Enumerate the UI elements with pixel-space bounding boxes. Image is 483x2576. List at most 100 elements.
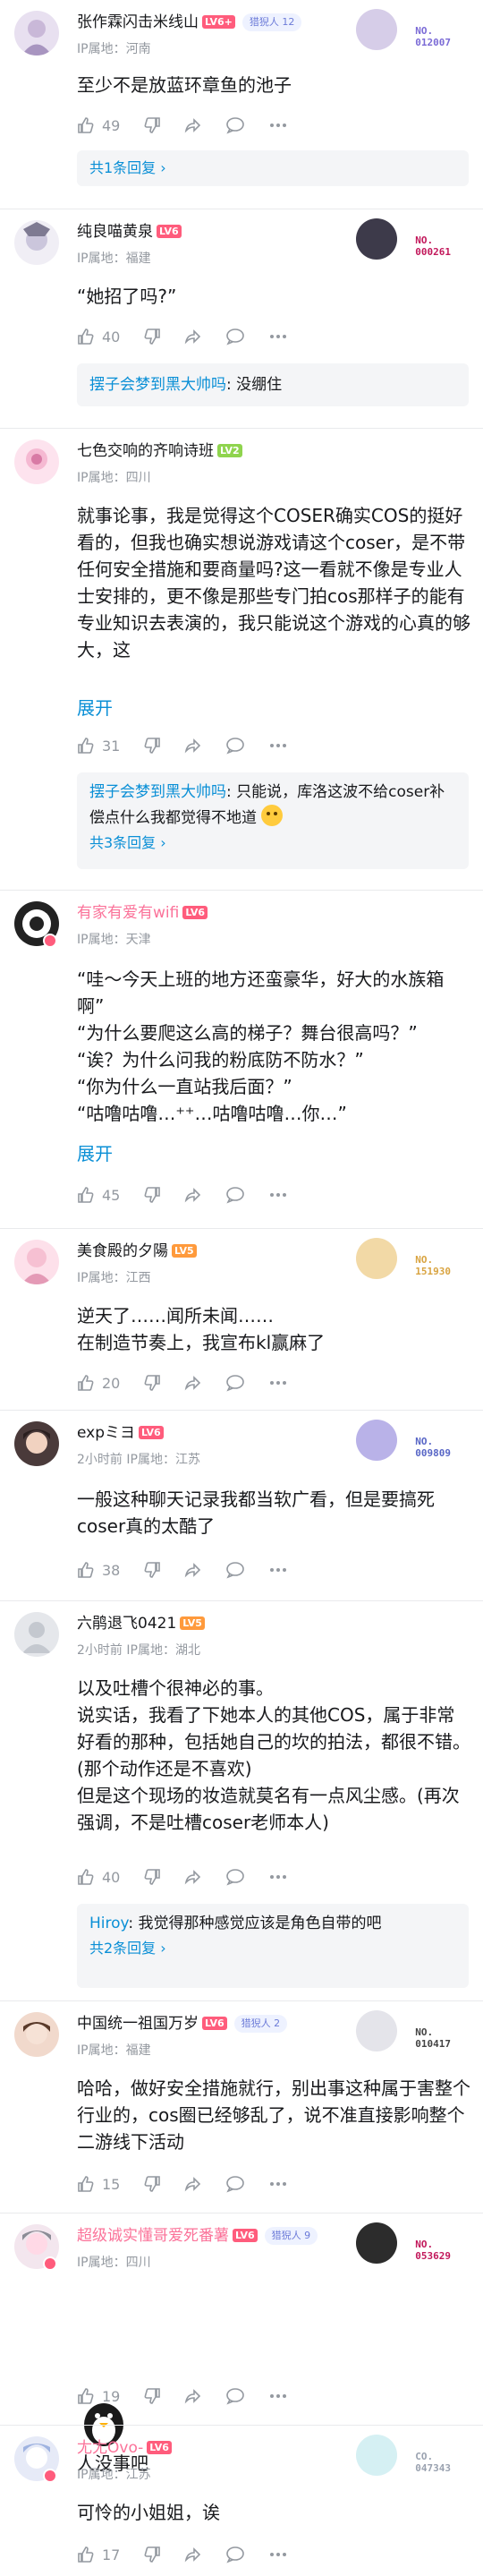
more-button[interactable]: [268, 2175, 288, 2193]
view-replies-link[interactable]: 共2条回复 ›: [77, 1936, 469, 1961]
like-button[interactable]: 17: [77, 2546, 120, 2563]
like-button[interactable]: 19: [77, 2387, 120, 2405]
reply-box[interactable]: Hiroy: 我觉得那种感觉应该是角色自带的吧 共2条回复 ›: [77, 1904, 469, 1988]
share-button[interactable]: [184, 116, 202, 134]
username[interactable]: 七色交响的齐响诗班 LV2: [77, 441, 242, 461]
meta: IP属地：江苏: [77, 2468, 151, 2482]
share-button[interactable]: [184, 737, 202, 755]
share-button[interactable]: [184, 2387, 202, 2405]
username[interactable]: 超级诚实懂哥爱死番薯 LV6 猎猊人 9: [77, 2226, 318, 2246]
share-button[interactable]: [184, 1374, 202, 1392]
like-button[interactable]: 40: [77, 1868, 120, 1886]
avatar-image: [21, 1248, 52, 1284]
share-button[interactable]: [184, 1561, 202, 1579]
username[interactable]: 中国统一祖国万岁 LV6 猎猊人 2: [77, 2014, 288, 2034]
share-button[interactable]: [184, 1868, 202, 1886]
dislike-button[interactable]: [143, 737, 161, 755]
like-count: 38: [102, 1561, 121, 1579]
reply-button[interactable]: [225, 1374, 245, 1392]
dislike-button[interactable]: [143, 1374, 161, 1392]
view-replies-link[interactable]: 共1条回复 ›: [77, 156, 469, 181]
thumb-up-icon: [78, 1375, 94, 1391]
more-button[interactable]: [268, 1374, 288, 1392]
fan-badge[interactable]: 猎猊人 12: [242, 13, 302, 31]
action-bar: 31: [77, 733, 311, 758]
reply-button[interactable]: [225, 2387, 245, 2405]
more-button[interactable]: [268, 737, 288, 755]
share-button[interactable]: [184, 328, 202, 345]
dislike-button[interactable]: [143, 2546, 161, 2563]
expand-link[interactable]: 展开: [77, 694, 113, 720]
reply-button[interactable]: [225, 1186, 245, 1204]
avatar[interactable]: [14, 11, 59, 55]
action-bar: 38: [77, 1557, 311, 1582]
avatar[interactable]: [14, 1612, 59, 1657]
avatar[interactable]: [14, 439, 59, 484]
more-button[interactable]: [268, 2546, 288, 2563]
more-button[interactable]: [268, 1868, 288, 1886]
level-badge: LV5: [172, 1244, 197, 1258]
reply-username[interactable]: Hiroy: [89, 1915, 128, 1932]
more-button[interactable]: [268, 116, 288, 134]
more-button[interactable]: [268, 1186, 288, 1204]
like-button[interactable]: 15: [77, 2175, 120, 2193]
dislike-button[interactable]: [143, 2387, 161, 2405]
fan-badge[interactable]: 猎猊人 2: [233, 2015, 288, 2033]
fan-badge[interactable]: 猎猊人 9: [264, 2227, 318, 2245]
share-icon: [185, 1563, 201, 1578]
verified-icon: [43, 934, 57, 948]
reply-button[interactable]: [225, 328, 245, 345]
reply-box[interactable]: 共1条回复 ›: [77, 150, 469, 186]
dislike-button[interactable]: [143, 1186, 161, 1204]
avatar[interactable]: [14, 220, 59, 265]
like-button[interactable]: 20: [77, 1374, 120, 1392]
like-button[interactable]: 40: [77, 328, 120, 345]
username[interactable]: 纯良喵黄泉 LV6: [77, 222, 182, 242]
reply-button[interactable]: [225, 737, 245, 755]
reply-button[interactable]: [225, 116, 245, 134]
share-button[interactable]: [184, 2175, 202, 2193]
comment-10: 尢尢Ovo- LV6 IP属地：江苏 CO. 047343 可怜的小姐姐，诶 17: [0, 2426, 483, 2576]
avatar[interactable]: [14, 2012, 59, 2057]
reply-username[interactable]: 摆子会梦到黑大帅吗: [89, 376, 226, 394]
more-icon: [270, 1193, 287, 1197]
reply-button[interactable]: [225, 2546, 245, 2563]
reply-box[interactable]: 摆子会梦到黑大帅吗: 没绷住: [77, 363, 469, 406]
like-button[interactable]: 45: [77, 1186, 120, 1204]
meta: 2小时前 IP属地：湖北: [77, 1643, 200, 1658]
username[interactable]: 六鹃退飞0421 LV5: [77, 1614, 205, 1633]
view-replies-link[interactable]: 共3条回复 ›: [77, 831, 469, 856]
username[interactable]: expミヨ LV6: [77, 1423, 164, 1443]
username[interactable]: 尢尢Ovo- LV6: [77, 2438, 172, 2458]
more-button[interactable]: [268, 1561, 288, 1579]
reply-button[interactable]: [225, 1561, 245, 1579]
username[interactable]: 张作霖闪击米线山 LV6+ 猎猊人 12: [77, 13, 302, 32]
like-button[interactable]: 49: [77, 116, 120, 134]
avatar[interactable]: [14, 1240, 59, 1284]
share-button[interactable]: [184, 1186, 202, 1204]
reply-username[interactable]: 摆子会梦到黑大帅吗: [89, 783, 226, 801]
dislike-button[interactable]: [143, 1561, 161, 1579]
dislike-button[interactable]: [143, 2175, 161, 2193]
meta: 2小时前 IP属地：江苏: [77, 1453, 200, 1467]
dislike-button[interactable]: [143, 328, 161, 345]
reply-box[interactable]: 摆子会梦到黑大帅吗: 只能说，库洛这波不给coser补偿点什么我都觉得不地道 共…: [77, 772, 469, 869]
like-button[interactable]: 31: [77, 737, 120, 755]
like-button[interactable]: 38: [77, 1561, 120, 1579]
avatar[interactable]: [14, 1421, 59, 1466]
username[interactable]: 美食殿的夕陽 LV5: [77, 1241, 197, 1261]
dislike-button[interactable]: [143, 1868, 161, 1886]
more-button[interactable]: [268, 328, 288, 345]
username[interactable]: 有家有爱有wifi LV6: [77, 903, 208, 923]
meta: IP属地：河南: [77, 42, 151, 56]
decoration-number: NO. 009809: [415, 1436, 451, 1459]
comment-8: 中国统一祖国万岁 LV6 猎猊人 2 IP属地：福建 NO. 010417 哈哈，做…: [0, 2001, 483, 2213]
reply-button[interactable]: [225, 1868, 245, 1886]
dislike-button[interactable]: [143, 116, 161, 134]
like-count: 49: [102, 116, 121, 134]
reply-button[interactable]: [225, 2175, 245, 2193]
expand-link[interactable]: 展开: [77, 1139, 113, 1165]
more-button[interactable]: [268, 2387, 288, 2405]
share-button[interactable]: [184, 2546, 202, 2563]
decoration-image: [356, 2435, 397, 2476]
